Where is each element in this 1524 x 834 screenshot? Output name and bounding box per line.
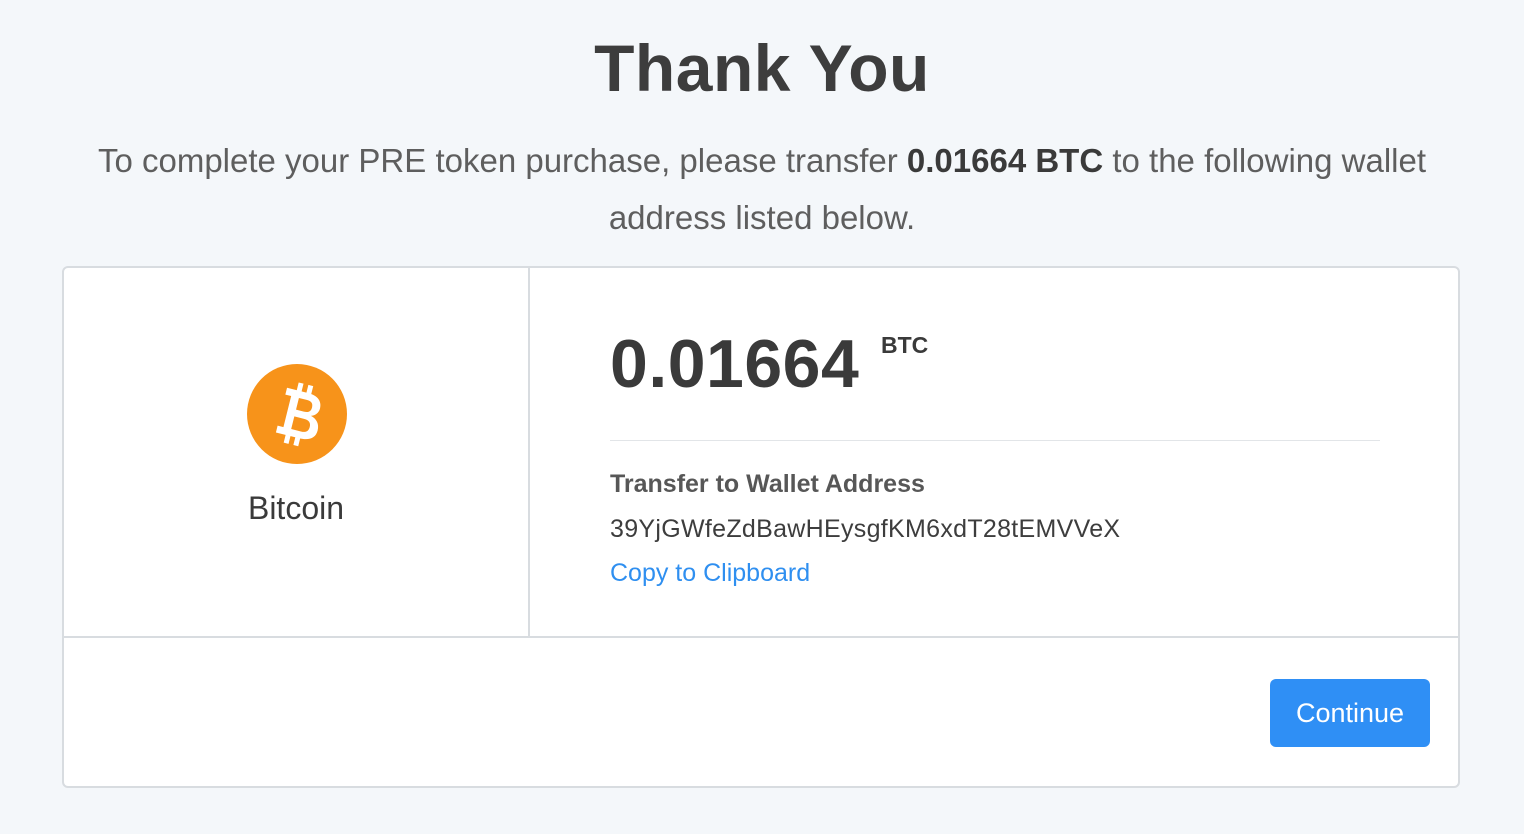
amount-unit: BTC bbox=[881, 332, 929, 358]
payment-details: Bitcoin 0.01664 BTC Transfer to Wallet A… bbox=[64, 268, 1458, 638]
transfer-panel: 0.01664 BTC Transfer to Wallet Address 3… bbox=[530, 268, 1458, 636]
instruction-message: To complete your PRE token purchase, ple… bbox=[90, 132, 1434, 246]
payment-card: Bitcoin 0.01664 BTC Transfer to Wallet A… bbox=[62, 266, 1460, 788]
page-title: Thank You bbox=[594, 31, 930, 105]
instruction-amount: 0.01664 BTC bbox=[906, 142, 1104, 179]
copy-to-clipboard-link[interactable]: Copy to Clipboard bbox=[610, 559, 810, 588]
wallet-address-label: Transfer to Wallet Address bbox=[610, 470, 925, 498]
currency-panel: Bitcoin bbox=[64, 268, 530, 636]
bitcoin-icon bbox=[247, 364, 347, 464]
wallet-address: 39YjGWfeZdBawHEysgfKM6xdT28tEMVVeX bbox=[610, 515, 1121, 543]
divider bbox=[610, 440, 1380, 441]
amount-value: 0.01664 bbox=[610, 326, 860, 402]
continue-button[interactable]: Continue bbox=[1270, 679, 1430, 747]
currency-name: Bitcoin bbox=[247, 490, 345, 526]
instruction-prefix: To complete your PRE token purchase, ple… bbox=[97, 142, 907, 179]
